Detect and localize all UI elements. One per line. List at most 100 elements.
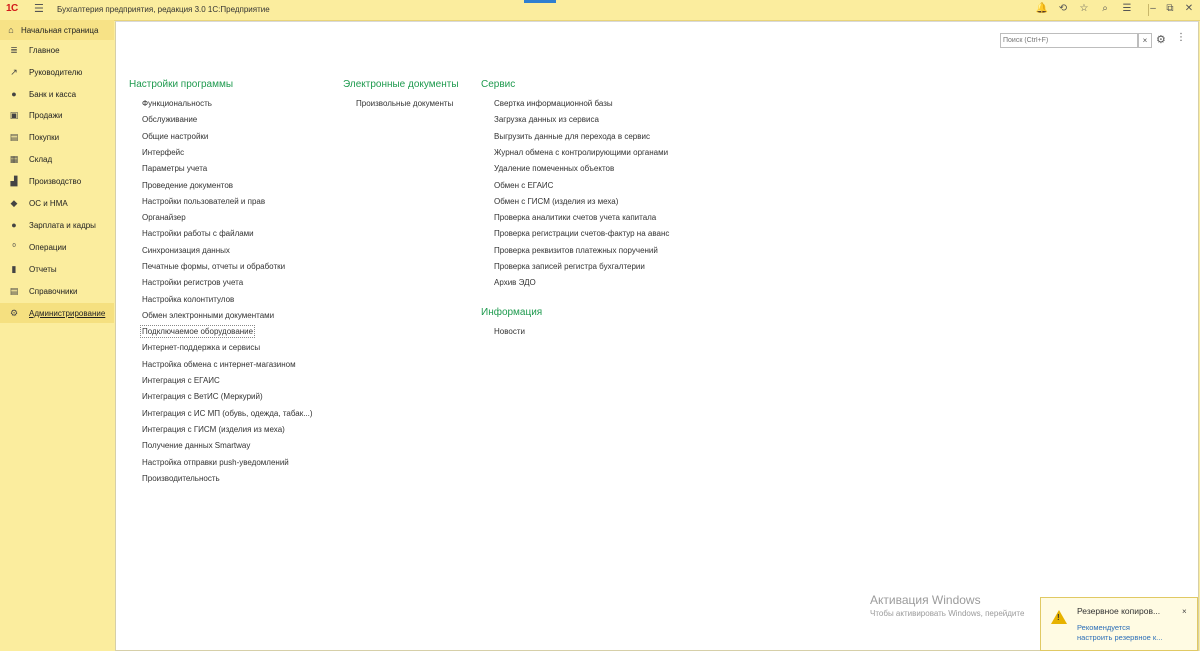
window-title: Бухгалтерия предприятия, редакция 3.0 1С… <box>57 5 270 14</box>
link-data-sync[interactable]: Синхронизация данных <box>142 246 230 255</box>
link-accounting-params[interactable]: Параметры учета <box>142 164 207 173</box>
sidebar-item-label: Справочники <box>29 287 78 296</box>
coin-icon: ● <box>11 89 17 99</box>
warehouse-icon: ▦ <box>9 154 19 164</box>
link-gism-integration[interactable]: Интеграция с ГИСМ (изделия из меха) <box>142 425 285 434</box>
sidebar-item-label: Банк и касса <box>29 90 77 99</box>
title-accent-bar <box>524 0 556 3</box>
sidebar-item-assets[interactable]: ◆ ОС и НМА <box>0 193 114 213</box>
sidebar-item-reports[interactable]: ▮ Отчеты <box>0 259 114 279</box>
assets-icon: ◆ <box>10 198 18 208</box>
link-news[interactable]: Новости <box>494 327 525 336</box>
link-document-posting[interactable]: Проведение документов <box>142 181 233 190</box>
link-delete-marked[interactable]: Удаление помеченных объектов <box>494 164 614 173</box>
sidebar-item-label: Администрирование <box>29 309 106 318</box>
search-input[interactable] <box>1003 35 1131 45</box>
link-edo-archive[interactable]: Архив ЭДО <box>494 278 536 287</box>
link-gism-exchange[interactable]: Обмен с ГИСМ (изделия из меха) <box>494 197 618 206</box>
link-maintenance[interactable]: Обслуживание <box>142 115 197 124</box>
sidebar-item-home[interactable]: ⌂ Начальная страница <box>0 20 114 40</box>
search-clear-button[interactable]: × <box>1138 33 1152 48</box>
history-icon[interactable]: ⟲ <box>1056 3 1070 14</box>
link-egais-exchange[interactable]: Обмен с ЕГАИС <box>494 181 553 190</box>
link-general-settings[interactable]: Общие настройки <box>142 132 208 141</box>
search-box[interactable] <box>1000 33 1138 48</box>
sidebar-item-warehouse[interactable]: ▦ Склад <box>0 149 114 169</box>
list-icon: ≣ <box>10 45 18 55</box>
notification-link[interactable]: Рекомендуется настроить резервное к... <box>1077 623 1162 643</box>
person-icon: ● <box>11 220 17 230</box>
bell-icon[interactable]: 🔔 <box>1035 3 1049 14</box>
close-icon[interactable]: ✕ <box>1182 3 1196 14</box>
main-menu-icon[interactable]: ☰ <box>34 2 44 15</box>
link-egais-integration[interactable]: Интеграция с ЕГАИС <box>142 376 220 385</box>
sidebar-item-operations[interactable]: ⁰ Операции <box>0 237 114 257</box>
sidebar-item-sales[interactable]: ▣ Продажи <box>0 105 114 125</box>
link-exchange-log[interactable]: Журнал обмена с контролирующими органами <box>494 148 668 157</box>
link-connected-equipment[interactable]: Подключаемое оборудование <box>139 325 256 338</box>
sidebar-item-salary[interactable]: ● Зарплата и кадры <box>0 215 114 235</box>
more-actions-icon[interactable]: ⋮ <box>1176 32 1186 43</box>
book-icon: ▤ <box>9 286 19 296</box>
link-register-check[interactable]: Проверка записей регистра бухгалтерии <box>494 262 645 271</box>
section-title-edocs: Электронные документы <box>343 79 459 90</box>
app-logo: 1С <box>6 3 18 14</box>
sidebar-item-label: Производство <box>29 177 82 186</box>
link-arbitrary-documents[interactable]: Произвольные документы <box>356 99 453 108</box>
sidebar: ⌂ Начальная страница ≣ Главное ↗ Руковод… <box>0 20 114 651</box>
activation-watermark-title: Активация Windows <box>870 593 981 607</box>
sidebar-item-main[interactable]: ≣ Главное <box>0 40 114 60</box>
main-panel: × ⚙ ⋮ Настройки программы Функциональнос… <box>115 21 1199 651</box>
link-file-settings[interactable]: Настройки работы с файлами <box>142 229 254 238</box>
sidebar-item-bank[interactable]: ● Банк и касса <box>0 84 114 104</box>
link-edoc-exchange[interactable]: Обмен электронными документами <box>142 311 274 320</box>
link-invoice-check[interactable]: Проверка регистрации счетов-фактур на ав… <box>494 229 669 238</box>
link-payment-check[interactable]: Проверка реквизитов платежных поручений <box>494 246 658 255</box>
notification-text-line2: настроить резервное к... <box>1077 633 1163 642</box>
settings-gear-icon[interactable]: ⚙ <box>1156 33 1166 46</box>
search-icon[interactable]: ⌕ <box>1098 3 1112 14</box>
sidebar-item-label: Руководителю <box>29 68 83 77</box>
home-icon: ⌂ <box>8 25 14 35</box>
sidebar-item-label: Продажи <box>29 111 63 120</box>
sidebar-item-purchases[interactable]: ▤ Покупки <box>0 127 114 147</box>
trend-icon: ↗ <box>10 67 18 77</box>
restore-icon[interactable]: ⧉ <box>1163 3 1177 14</box>
link-push-notifications[interactable]: Настройка отправки push-уведомлений <box>142 458 289 467</box>
link-eshop-exchange[interactable]: Настройка обмена с интернет-магазином <box>142 360 296 369</box>
sidebar-item-label: ОС и НМА <box>29 199 68 208</box>
bar-chart-icon: ▮ <box>11 264 17 274</box>
link-ismp-integration[interactable]: Интеграция с ИС МП (обувь, одежда, табак… <box>142 409 313 418</box>
settings-menu-icon[interactable]: ☰ <box>1120 3 1134 14</box>
link-export-to-service[interactable]: Выгрузить данные для перехода в сервис <box>494 132 650 141</box>
factory-icon: ▟ <box>10 176 18 186</box>
link-functionality[interactable]: Функциональность <box>142 99 212 108</box>
sidebar-item-management[interactable]: ↗ Руководителю <box>0 62 114 82</box>
sidebar-item-administration[interactable]: ⚙ Администрирование <box>0 303 114 323</box>
notification-text-line1: Рекомендуется <box>1077 623 1130 632</box>
link-capital-check[interactable]: Проверка аналитики счетов учета капитала <box>494 213 656 222</box>
link-organizer[interactable]: Органайзер <box>142 213 186 222</box>
link-performance[interactable]: Производительность <box>142 474 220 483</box>
link-internet-support[interactable]: Интернет-поддержка и сервисы <box>142 343 260 352</box>
link-load-from-service[interactable]: Загрузка данных из сервиса <box>494 115 599 124</box>
link-vetis-integration[interactable]: Интеграция с ВетИС (Меркурий) <box>142 392 263 401</box>
sidebar-item-label: Начальная страница <box>21 26 99 35</box>
link-smartway[interactable]: Получение данных Smartway <box>142 441 250 450</box>
link-registers-settings[interactable]: Настройки регистров учета <box>142 278 243 287</box>
link-db-collapse[interactable]: Свертка информационной базы <box>494 99 613 108</box>
link-interface[interactable]: Интерфейс <box>142 148 184 157</box>
activation-watermark-text: Чтобы активировать Windows, перейдите <box>870 609 1025 618</box>
notification-close-icon[interactable]: × <box>1182 607 1187 616</box>
backup-notification[interactable]: ! Резервное копиров... × Рекомендуется н… <box>1040 597 1198 651</box>
sidebar-item-catalogs[interactable]: ▤ Справочники <box>0 281 114 301</box>
minimize-icon[interactable]: – <box>1146 3 1160 14</box>
cart-icon: ▤ <box>9 132 19 142</box>
section-title-settings: Настройки программы <box>129 79 234 90</box>
link-users-rights[interactable]: Настройки пользователей и прав <box>142 197 265 206</box>
link-headers-footers[interactable]: Настройка колонтитулов <box>142 295 234 304</box>
star-icon[interactable]: ☆ <box>1077 3 1091 14</box>
sidebar-item-label: Операции <box>29 243 67 252</box>
sidebar-item-production[interactable]: ▟ Производство <box>0 171 114 191</box>
link-print-forms[interactable]: Печатные формы, отчеты и обработки <box>142 262 285 271</box>
